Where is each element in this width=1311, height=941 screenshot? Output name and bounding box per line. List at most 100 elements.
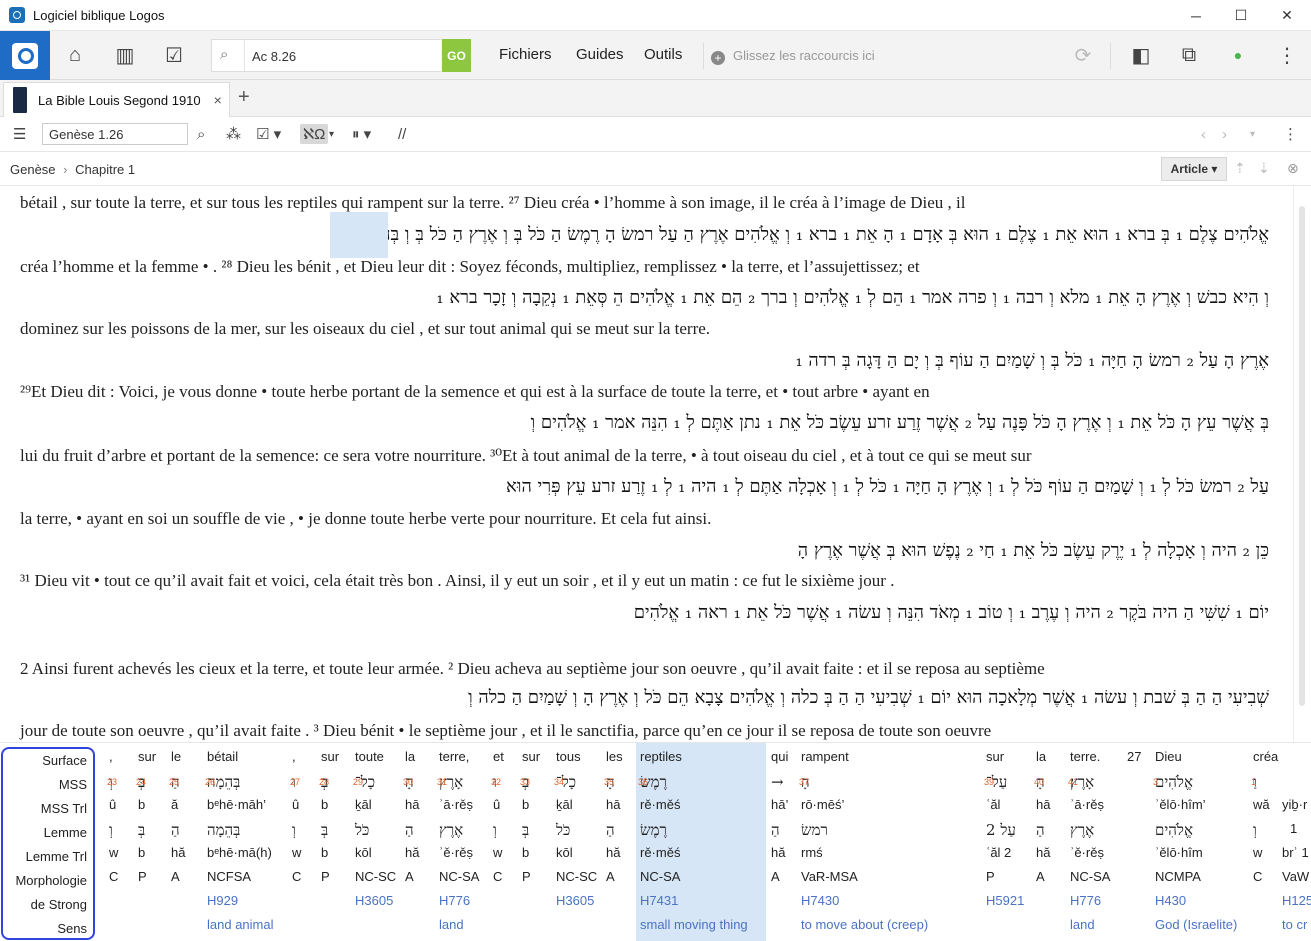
interlinear-strong[interactable]: H3605: [355, 893, 393, 908]
menu-fichiers[interactable]: Fichiers: [499, 46, 552, 63]
interlinear-lemme-trl: bᵉhē·mā(h): [207, 845, 272, 860]
interlinear-lemme: בְּהֵמָה: [207, 821, 241, 839]
search-input[interactable]: [252, 46, 432, 66]
interlinear-strong[interactable]: H776: [1070, 893, 1101, 908]
parallel-columns-icon[interactable]: ⏸ ▾: [352, 124, 371, 144]
maximize-button[interactable]: ☐: [1218, 0, 1264, 31]
account-icon[interactable]: ●: [1226, 43, 1250, 67]
interlinear-surface[interactable]: qui: [771, 749, 788, 764]
close-panels-icon[interactable]: ⧉: [1177, 43, 1201, 67]
add-tab-button[interactable]: +: [238, 86, 250, 109]
interlinear-strong[interactable]: H5921: [986, 893, 1024, 908]
interlinear-surface[interactable]: ,: [109, 749, 113, 764]
interlinear-surface[interactable]: sur: [138, 749, 156, 764]
interlinear-word-number: 36: [638, 777, 649, 787]
interlinear-strong[interactable]: H7431: [640, 893, 678, 908]
interlinear-surface[interactable]: bétail: [207, 749, 238, 764]
interlinear-strong[interactable]: H776: [439, 893, 470, 908]
menu-guides[interactable]: Guides: [576, 46, 624, 63]
search-icon[interactable]: ⌕: [197, 124, 205, 144]
home-icon[interactable]: ⌂: [63, 43, 87, 67]
breadcrumb-book[interactable]: Genèse: [10, 162, 56, 177]
tab-louis-segond[interactable]: La Bible Louis Segond 1910 ×: [3, 82, 230, 117]
interlinear-surface[interactable]: la: [405, 749, 415, 764]
back-icon[interactable]: ‹: [1201, 124, 1206, 144]
hebrew-line: יוֹם ₁ שִׁשִּׁי הַ היה בֹּקֶר ₂ היה וְ ע…: [633, 602, 1269, 623]
panel-menu-icon[interactable]: ☰: [13, 124, 26, 144]
interlinear-mss-trl: rō·mēś’: [801, 797, 845, 812]
interlinear-surface[interactable]: sur: [522, 749, 540, 764]
interlinear-label: MSS: [58, 777, 87, 792]
shortcuts-placeholder: Glissez les raccourcis ici: [733, 48, 875, 63]
close-window-button[interactable]: ✕: [1264, 0, 1310, 31]
vertical-scrollbar[interactable]: [1293, 186, 1311, 742]
french-line: dominez sur les poissons de la mer, sur …: [20, 319, 711, 338]
interlinear-surface[interactable]: reptiles: [640, 749, 682, 764]
interlinear-surface[interactable]: et: [493, 749, 504, 764]
logos-home-icon[interactable]: [0, 31, 50, 80]
interlinear-surface[interactable]: le: [171, 749, 181, 764]
interlinear-word-number: 26: [205, 777, 216, 787]
visual-filters-icon[interactable]: ⁂: [226, 124, 241, 144]
interlinear-icon[interactable]: ℵΩ: [300, 124, 329, 144]
interlinear-word-number: 41: [1068, 777, 1079, 787]
go-button[interactable]: GO: [442, 39, 471, 72]
link-set-label[interactable]: //: [398, 124, 406, 144]
menu-outils[interactable]: Outils: [644, 46, 682, 63]
interlinear-strong[interactable]: H430: [1155, 893, 1186, 908]
french-line: créa l’homme et la femme • . ²⁸ Dieu les…: [20, 257, 920, 276]
breadcrumb-chapter[interactable]: Chapitre 1: [75, 162, 135, 177]
interlinear-sens[interactable]: God (Israelite): [1155, 917, 1237, 932]
interlinear-dropdown-icon[interactable]: ▾: [329, 124, 334, 144]
interlinear-surface[interactable]: tous: [556, 749, 581, 764]
interlinear-sens[interactable]: land animal: [207, 917, 274, 932]
interlinear-surface[interactable]: les: [606, 749, 623, 764]
arrow-down-icon[interactable]: ⇣: [1258, 160, 1270, 177]
panel-more-icon[interactable]: ⋮: [1283, 124, 1298, 144]
interlinear-sens[interactable]: land: [439, 917, 464, 932]
close-tab-icon[interactable]: ×: [214, 92, 222, 108]
interlinear-lemme: וְ: [292, 821, 296, 839]
forward-icon[interactable]: ›: [1222, 124, 1227, 144]
interlinear-lemme-trl: rě·měś: [640, 845, 681, 860]
interlinear-mss-trl: û: [292, 797, 300, 812]
interlinear-sens[interactable]: to cr: [1282, 917, 1307, 932]
interlinear-strong[interactable]: H3605: [556, 893, 594, 908]
interlinear-sens[interactable]: small moving thing: [640, 917, 748, 932]
interlinear-surface[interactable]: toute: [355, 749, 384, 764]
shortcuts-bar[interactable]: + Glissez les raccourcis ici: [711, 48, 875, 65]
interlinear-verse-number[interactable]: 27: [1127, 749, 1141, 764]
interlinear-mss-trl: û: [109, 797, 117, 812]
french-line: ²⁹Et Dieu dit : Voici, je vous donne • t…: [20, 382, 930, 401]
interlinear-strong[interactable]: H929: [207, 893, 238, 908]
highlight-icon[interactable]: ☑ ▾: [256, 124, 281, 144]
interlinear-surface[interactable]: ,: [292, 749, 296, 764]
interlinear-sens[interactable]: to move about (creep): [801, 917, 928, 932]
sync-icon[interactable]: ⟳: [1071, 43, 1095, 67]
arrow-up-icon[interactable]: ⇡: [1234, 160, 1246, 177]
interlinear-strong[interactable]: H7430: [801, 893, 839, 908]
layouts-icon[interactable]: ◧: [1129, 43, 1153, 67]
interlinear-surface[interactable]: la: [1036, 749, 1046, 764]
minimize-button[interactable]: ─: [1173, 0, 1219, 31]
more-menu-icon[interactable]: ⋮: [1275, 43, 1299, 67]
interlinear-surface[interactable]: terre,: [439, 749, 469, 764]
interlinear-surface[interactable]: terre.: [1070, 749, 1100, 764]
library-icon[interactable]: ▥: [113, 43, 137, 67]
close-article-icon[interactable]: ⊗: [1287, 160, 1299, 177]
documents-checklist-icon[interactable]: ☑: [162, 43, 186, 67]
interlinear-strong[interactable]: H125: [1282, 893, 1311, 908]
interlinear-surface[interactable]: sur: [321, 749, 339, 764]
interlinear-surface[interactable]: Dieu: [1155, 749, 1182, 764]
article-button[interactable]: Article ▾: [1161, 157, 1227, 181]
interlinear-sens[interactable]: land: [1070, 917, 1095, 932]
interlinear-surface[interactable]: créa: [1253, 749, 1278, 764]
interlinear-label: Surface: [42, 753, 87, 768]
history-dropdown-icon[interactable]: ▾: [1250, 124, 1255, 144]
interlinear-surface[interactable]: rampent: [801, 749, 849, 764]
reference-box[interactable]: [42, 123, 188, 145]
interlinear-lemme-trl: ʾě·rěṣ: [1070, 845, 1104, 860]
interlinear-word-number: 37: [799, 777, 810, 787]
interlinear-morph: C: [1253, 869, 1263, 884]
interlinear-surface[interactable]: sur: [986, 749, 1004, 764]
